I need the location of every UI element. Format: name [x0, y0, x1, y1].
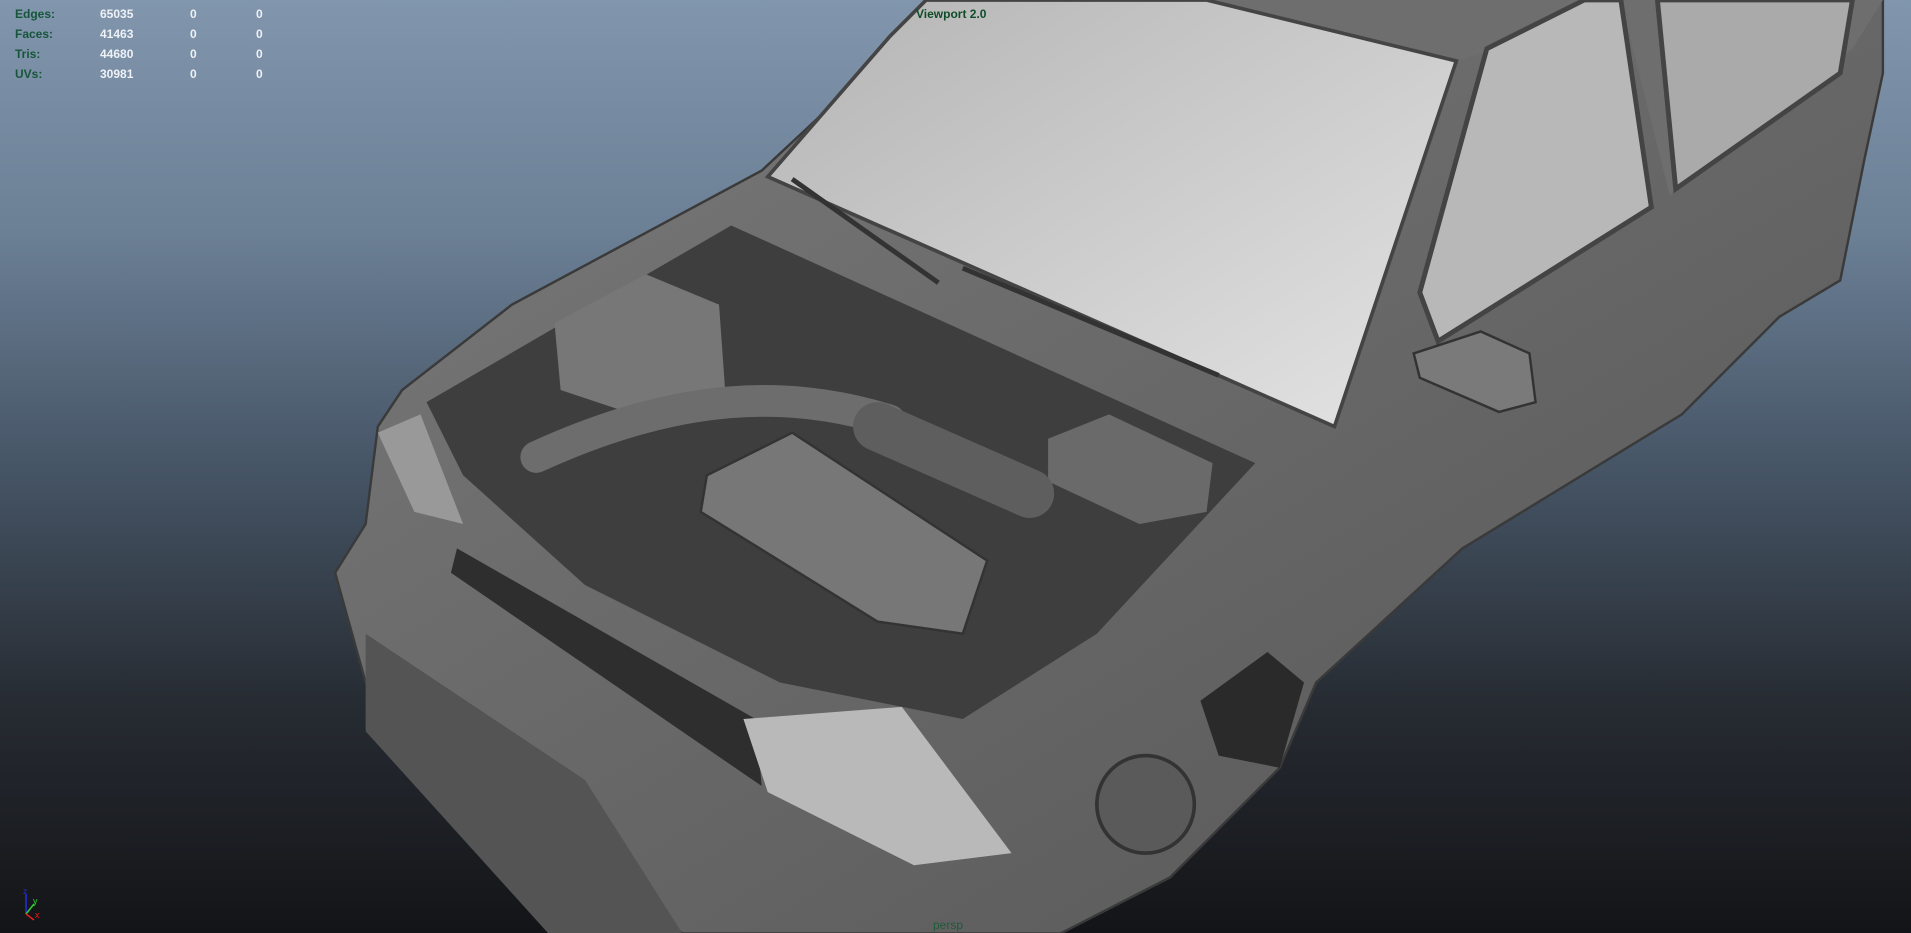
- car-model[interactable]: [333, 0, 1885, 933]
- hud-value: 0: [256, 67, 263, 81]
- hud-label: Tris:: [15, 47, 41, 61]
- poly-count-hud: Edges: 65035 0 0 Faces: 41463 0 0 Tris: …: [15, 7, 275, 87]
- hud-label: Edges:: [15, 7, 56, 21]
- hud-value: 0: [190, 7, 197, 21]
- axis-x-label: x: [35, 910, 40, 920]
- hud-value: 0: [190, 47, 197, 61]
- hud-value: 30981: [100, 67, 134, 81]
- renderer-label: Viewport 2.0: [916, 7, 987, 21]
- hud-value: 44680: [100, 47, 134, 61]
- axis-z-label: z: [23, 888, 27, 896]
- hud-value: 0: [256, 7, 263, 21]
- hud-value: 0: [190, 27, 197, 41]
- axis-y-label: y: [33, 896, 38, 906]
- camera-label: persp: [933, 918, 964, 932]
- hud-value: 0: [190, 67, 197, 81]
- hud-value: 0: [256, 27, 263, 41]
- hud-value: 41463: [100, 27, 134, 41]
- hud-label: Faces:: [15, 27, 54, 41]
- wheel-hub: [1095, 753, 1197, 855]
- viewport-3d-scene[interactable]: [0, 0, 1911, 933]
- hud-label: UVs:: [15, 67, 43, 81]
- hud-value: 65035: [100, 7, 134, 21]
- axis-gizmo-icon: z y x: [23, 888, 40, 921]
- hud-value: 0: [256, 47, 263, 61]
